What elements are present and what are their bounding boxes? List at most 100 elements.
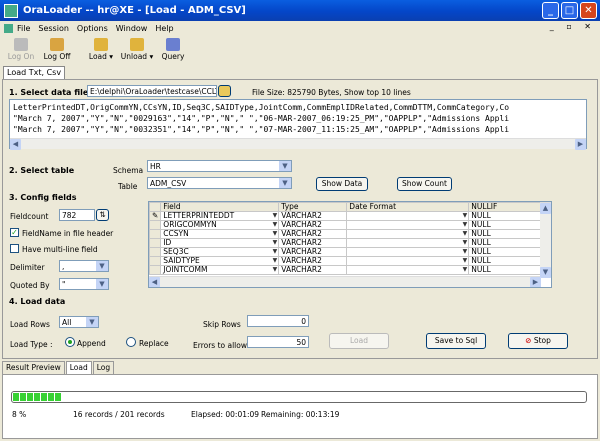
chevron-down-icon[interactable]: ▼ — [463, 240, 468, 247]
tab-result-preview[interactable]: Result Preview — [2, 361, 65, 374]
load-rows-select[interactable]: All ▼ — [59, 316, 99, 328]
nullif-cell[interactable]: NULL — [468, 211, 541, 221]
tab-log[interactable]: Log — [92, 361, 115, 374]
chevron-down-icon[interactable]: ▼ — [273, 267, 278, 274]
tab-load[interactable]: Load — [65, 361, 92, 374]
mdi-controls[interactable]: _ ▫ ✕ — [550, 22, 596, 31]
type-cell[interactable]: VARCHAR2 — [278, 265, 348, 275]
schema-select[interactable]: HR ▼ — [147, 160, 292, 172]
chevron-down-icon[interactable]: ▼ — [86, 317, 98, 327]
chevron-down-icon[interactable]: ▼ — [463, 213, 468, 220]
field-cell[interactable]: ORIGCOMMYN ▼ — [160, 220, 280, 230]
column-header-type[interactable]: Type — [278, 202, 348, 212]
chevron-down-icon[interactable]: ▼ — [463, 258, 468, 265]
nullif-cell[interactable]: NULL — [468, 229, 541, 239]
column-header-date-format[interactable]: Date Format — [346, 202, 470, 212]
replace-radio[interactable] — [126, 337, 136, 347]
field-cell[interactable]: JOINTCOMM ▼ — [160, 265, 280, 275]
menu-help[interactable]: Help — [155, 24, 173, 33]
chevron-down-icon[interactable]: ▼ — [279, 161, 291, 171]
chevron-down-icon[interactable]: ▼ — [273, 231, 278, 238]
delimiter-select[interactable]: , ▼ — [59, 260, 109, 272]
chevron-down-icon[interactable]: ▼ — [463, 249, 468, 256]
chevron-down-icon[interactable]: ▼ — [273, 240, 278, 247]
skip-rows-input[interactable]: 0 — [247, 315, 309, 327]
browse-folder-icon[interactable] — [218, 85, 231, 97]
field-cell[interactable]: SAIDTYPE ▼ — [160, 256, 280, 266]
type-cell[interactable]: VARCHAR2 — [278, 229, 348, 239]
scroll-left-icon[interactable]: ◀ — [10, 139, 21, 150]
date-format-cell[interactable]: ▼ — [346, 229, 470, 239]
chevron-down-icon[interactable]: ▼ — [96, 279, 108, 289]
date-format-cell[interactable]: ▼ — [346, 211, 470, 221]
logoff-button[interactable]: Log Off — [40, 36, 74, 61]
preview-scrollbar[interactable]: ◀ ▶ — [10, 138, 586, 150]
chevron-down-icon[interactable]: ▼ — [463, 267, 468, 274]
grid-hscrollbar[interactable]: ◀ ▶ — [149, 276, 541, 287]
table-row[interactable]: SAIDTYPE ▼ VARCHAR2 ▼ NULL — [149, 256, 541, 266]
fieldname-header-checkbox[interactable]: ✓ — [10, 228, 19, 237]
spin-icon[interactable]: ⇅ — [96, 209, 109, 221]
column-header-nullif[interactable]: NULLIF — [468, 202, 541, 212]
date-format-cell[interactable]: ▼ — [346, 247, 470, 257]
table-row[interactable]: ID ▼ VARCHAR2 ▼ NULL — [149, 238, 541, 248]
menu-window[interactable]: Window — [116, 24, 148, 33]
minimize-button[interactable]: _ — [542, 2, 559, 19]
multiline-checkbox[interactable] — [10, 244, 19, 253]
logon-button[interactable]: Log On — [4, 36, 38, 61]
stop-button[interactable]: ⊘ Stop — [508, 333, 568, 349]
date-format-cell[interactable]: ▼ — [346, 265, 470, 275]
fieldcount-input[interactable]: 782 — [59, 209, 95, 221]
table-row[interactable]: ✎ LETTERPRINTEDDT ▼ VARCHAR2 ▼ NULL — [149, 211, 541, 221]
type-cell[interactable]: VARCHAR2 — [278, 220, 348, 230]
save-to-sql-button[interactable]: Save to Sql — [426, 333, 486, 349]
show-data-button[interactable]: Show Data — [316, 177, 368, 191]
tab-load-txt-csv[interactable]: Load Txt, Csv — [3, 66, 66, 79]
chevron-down-icon[interactable]: ▼ — [279, 178, 291, 188]
type-cell[interactable]: VARCHAR2 — [278, 211, 348, 221]
table-row[interactable]: CCSYN ▼ VARCHAR2 ▼ NULL — [149, 229, 541, 239]
chevron-down-icon[interactable]: ▼ — [273, 258, 278, 265]
quoted-select[interactable]: " ▼ — [59, 278, 109, 290]
column-header-field[interactable]: Field — [160, 202, 280, 212]
query-tool-button[interactable]: Query — [156, 36, 190, 61]
date-format-cell[interactable]: ▼ — [346, 220, 470, 230]
scroll-left-icon[interactable]: ◀ — [149, 277, 160, 287]
date-format-cell[interactable]: ▼ — [346, 238, 470, 248]
type-cell[interactable]: VARCHAR2 — [278, 238, 348, 248]
chevron-down-icon[interactable]: ▼ — [273, 249, 278, 256]
file-path-input[interactable]: E:\delphi\OraLoader\testcase\CCLTF — [87, 85, 217, 97]
chevron-down-icon[interactable]: ▼ — [463, 231, 468, 238]
unload-tool-button[interactable]: Unload ▾ — [120, 36, 154, 61]
field-cell[interactable]: LETTERPRINTEDDT ▼ — [160, 211, 280, 221]
menu-file[interactable]: File — [17, 24, 30, 33]
load-tool-button[interactable]: Load ▾ — [84, 36, 118, 61]
menu-session[interactable]: Session — [38, 24, 69, 33]
scroll-down-icon[interactable]: ▼ — [540, 267, 551, 278]
grid-vscrollbar[interactable]: ▲ ▼ — [540, 202, 551, 278]
type-cell[interactable]: VARCHAR2 — [278, 256, 348, 266]
scroll-up-icon[interactable]: ▲ — [540, 203, 551, 214]
type-cell[interactable]: VARCHAR2 — [278, 247, 348, 257]
load-button[interactable]: Load — [329, 333, 389, 349]
menu-options[interactable]: Options — [77, 24, 108, 33]
scroll-right-icon[interactable]: ▶ — [530, 277, 541, 287]
scroll-right-icon[interactable]: ▶ — [575, 139, 586, 150]
chevron-down-icon[interactable]: ▼ — [463, 222, 468, 229]
nullif-cell[interactable]: NULL — [468, 265, 541, 275]
nullif-cell[interactable]: NULL — [468, 238, 541, 248]
chevron-down-icon[interactable]: ▼ — [273, 213, 278, 220]
nullif-cell[interactable]: NULL — [468, 220, 541, 230]
field-cell[interactable]: CCSYN ▼ — [160, 229, 280, 239]
close-button[interactable]: ✕ — [580, 2, 597, 19]
field-cell[interactable]: ID ▼ — [160, 238, 280, 248]
field-cell[interactable]: SEQ3C ▼ — [160, 247, 280, 257]
nullif-cell[interactable]: NULL — [468, 256, 541, 266]
table-row[interactable]: JOINTCOMM ▼ VARCHAR2 ▼ NULL — [149, 265, 541, 275]
table-select[interactable]: ADM_CSV ▼ — [147, 177, 292, 189]
append-radio[interactable] — [65, 337, 75, 347]
maximize-button[interactable]: □ — [561, 2, 578, 19]
chevron-down-icon[interactable]: ▼ — [273, 222, 278, 229]
table-row[interactable]: ORIGCOMMYN ▼ VARCHAR2 ▼ NULL — [149, 220, 541, 230]
chevron-down-icon[interactable]: ▼ — [96, 261, 108, 271]
